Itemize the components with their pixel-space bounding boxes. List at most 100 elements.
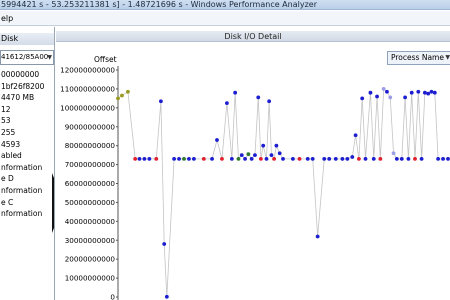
data-point[interactable]: [267, 99, 272, 104]
data-point[interactable]: [310, 157, 315, 161]
data-point[interactable]: [162, 242, 167, 246]
y-tick-label: 40000000000: [65, 217, 116, 226]
data-point[interactable]: [385, 89, 389, 94]
data-point[interactable]: [147, 157, 152, 161]
data-point[interactable]: [220, 157, 224, 161]
data-point[interactable]: [246, 152, 251, 157]
data-point[interactable]: [394, 157, 399, 161]
data-point[interactable]: [116, 96, 120, 101]
data-point[interactable]: [432, 90, 437, 95]
data-point[interactable]: [215, 138, 219, 142]
data-point[interactable]: [274, 143, 279, 148]
data-point[interactable]: [256, 95, 261, 100]
data-point[interactable]: [403, 95, 407, 100]
data-point[interactable]: [388, 95, 393, 100]
data-point[interactable]: [378, 157, 383, 161]
disk-panel-header: Disk: [0, 33, 54, 45]
data-point[interactable]: [277, 151, 282, 156]
data-point[interactable]: [297, 157, 302, 161]
data-point[interactable]: [327, 157, 332, 161]
data-point[interactable]: [239, 153, 244, 158]
menu-item-help[interactable]: elp: [0, 14, 13, 23]
data-point[interactable]: [172, 157, 176, 161]
data-point[interactable]: [120, 93, 124, 98]
data-point[interactable]: [423, 90, 427, 95]
data-point[interactable]: [192, 157, 196, 161]
property-value: 12: [1, 104, 11, 114]
property-value: 53: [1, 116, 11, 126]
offset-scatter-chart: Offset 0 10000000000 20000000000 30000000000…: [60, 55, 450, 300]
property-value: 1bf26f8200: [1, 81, 45, 91]
data-point[interactable]: [353, 133, 358, 138]
y-tick-label: 60000000000: [65, 179, 116, 188]
data-point[interactable]: [409, 90, 414, 95]
data-point[interactable]: [371, 157, 376, 161]
data-point[interactable]: [363, 157, 368, 161]
data-point[interactable]: [229, 157, 234, 161]
disk-select-dropdown[interactable]: 41612/85A00 ▼: [0, 50, 54, 65]
data-point[interactable]: [133, 157, 138, 161]
data-point[interactable]: [322, 157, 327, 161]
data-point[interactable]: [201, 157, 206, 161]
data-point[interactable]: [272, 157, 276, 161]
group-by-value: Process Name: [391, 53, 444, 62]
data-point[interactable]: [416, 89, 421, 94]
data-point[interactable]: [350, 155, 355, 159]
y-tick-label: 100000000000: [60, 103, 115, 112]
data-point[interactable]: [413, 157, 417, 161]
data-point[interactable]: [177, 157, 181, 161]
data-point[interactable]: [281, 157, 285, 161]
property-value: 255: [1, 127, 16, 137]
data-point[interactable]: [182, 157, 186, 161]
data-point[interactable]: [446, 157, 450, 161]
data-point[interactable]: [233, 90, 238, 95]
data-point[interactable]: [249, 157, 254, 161]
chevron-down-icon: ▼: [47, 54, 52, 61]
data-point[interactable]: [360, 96, 365, 101]
data-point[interactable]: [340, 157, 345, 161]
data-point[interactable]: [142, 157, 147, 161]
data-point[interactable]: [368, 90, 373, 95]
data-point[interactable]: [210, 157, 214, 161]
data-point[interactable]: [429, 89, 434, 94]
data-point[interactable]: [315, 234, 320, 239]
window-title-bar: 5994421 s - 53.253211381 s] - 1.48721696…: [0, 0, 450, 10]
data-point[interactable]: [345, 157, 350, 161]
data-point[interactable]: [406, 157, 411, 161]
data-point[interactable]: [261, 143, 266, 148]
data-point[interactable]: [225, 101, 229, 106]
menu-bar: elp: [0, 11, 450, 26]
data-point[interactable]: [436, 157, 440, 161]
data-point[interactable]: [187, 157, 191, 161]
data-point[interactable]: [269, 153, 274, 158]
y-tick-label: 80000000000: [65, 141, 116, 150]
group-by-dropdown[interactable]: Process Name ▼: [387, 51, 450, 65]
data-point[interactable]: [253, 153, 257, 158]
data-point[interactable]: [243, 157, 247, 161]
data-point[interactable]: [391, 151, 396, 156]
data-point[interactable]: [236, 157, 241, 161]
data-point[interactable]: [426, 91, 431, 96]
data-point[interactable]: [441, 157, 445, 161]
data-point[interactable]: [137, 157, 142, 161]
data-point[interactable]: [333, 157, 338, 161]
property-value: 4470 MB: [1, 93, 35, 103]
data-point[interactable]: [399, 157, 404, 161]
data-point[interactable]: [305, 157, 310, 161]
y-tick-label: 30000000000: [65, 236, 116, 245]
data-point[interactable]: [419, 157, 424, 161]
data-point[interactable]: [159, 99, 163, 104]
data-point[interactable]: [164, 294, 169, 299]
data-point[interactable]: [258, 157, 263, 161]
data-point[interactable]: [291, 157, 295, 161]
data-point[interactable]: [375, 94, 379, 99]
data-point[interactable]: [264, 157, 269, 161]
series-connector-line: [117, 88, 448, 297]
y-tick-label: 90000000000: [65, 122, 116, 131]
chevron-down-icon: ▼: [445, 54, 450, 61]
data-point[interactable]: [381, 87, 386, 91]
data-point[interactable]: [126, 89, 130, 94]
property-value: nformation: [1, 209, 43, 219]
data-point[interactable]: [357, 157, 361, 161]
data-point[interactable]: [154, 157, 159, 161]
